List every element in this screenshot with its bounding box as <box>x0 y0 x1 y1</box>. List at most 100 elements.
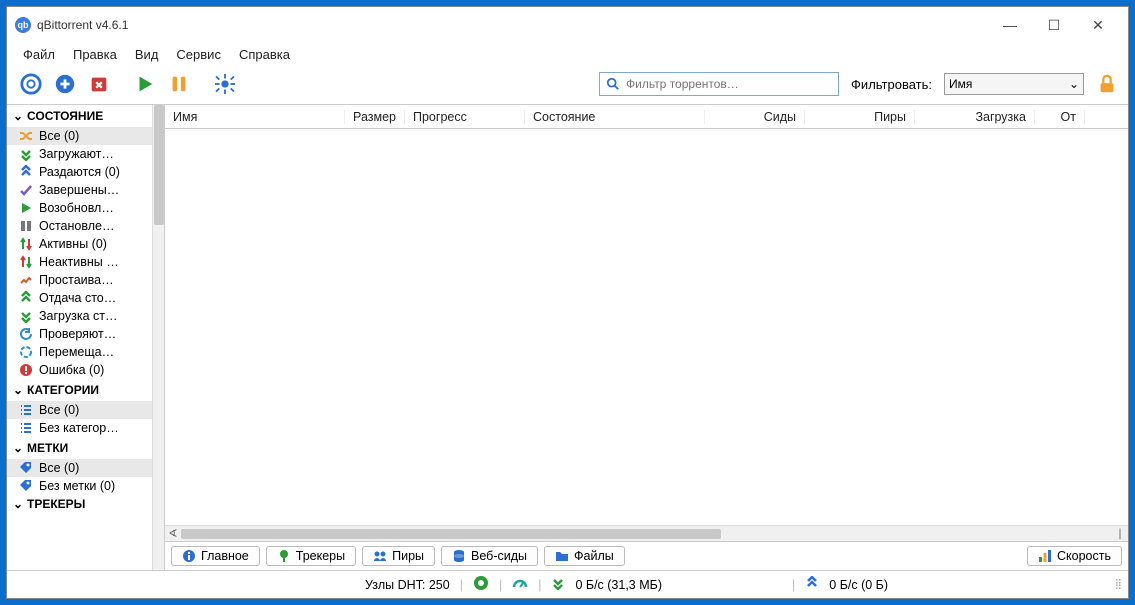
search-input[interactable] <box>626 77 832 91</box>
sidebar-item[interactable]: Остановле… <box>7 217 152 235</box>
sidebar-header-trackers[interactable]: ⌄ТРЕКЕРЫ <box>7 495 152 513</box>
minimize-button[interactable]: — <box>988 13 1032 37</box>
scrollbar-thumb[interactable] <box>154 105 164 225</box>
add-torrent-button[interactable] <box>51 70 79 98</box>
sidebar-item-label: Раздаются (0) <box>39 165 120 179</box>
column-header[interactable]: От <box>1035 110 1085 124</box>
pause-button[interactable] <box>165 70 193 98</box>
lock-icon[interactable] <box>1096 73 1118 95</box>
sidebar-scrollbar[interactable] <box>152 105 164 570</box>
menu-edit[interactable]: Правка <box>73 47 117 62</box>
tab-трекеры[interactable]: Трекеры <box>266 546 356 566</box>
shuffle-icon <box>17 129 35 143</box>
tab-файлы[interactable]: Файлы <box>544 546 625 566</box>
play-icon <box>17 201 35 215</box>
down-icon <box>17 309 35 323</box>
sidebar-item[interactable]: Отдача сто… <box>7 289 152 307</box>
sidebar-item[interactable]: Неактивны … <box>7 253 152 271</box>
error-icon <box>17 363 35 377</box>
table-body <box>165 129 1128 525</box>
menubar: Файл Правка Вид Сервис Справка <box>7 43 1128 68</box>
column-header[interactable]: Размер <box>345 110 405 124</box>
download-speed: 0 Б/с (31,3 МБ) <box>575 578 662 592</box>
detail-tabs: Главное Трекеры Пиры Веб-сиды Файлы Скорость <box>165 541 1128 570</box>
updown-icon <box>17 255 35 269</box>
horizontal-scrollbar[interactable]: ∢ ∣ <box>165 525 1128 541</box>
sidebar-item[interactable]: Завершены… <box>7 181 152 199</box>
delete-button[interactable] <box>85 70 113 98</box>
toolbar: Фильтровать: Имя ⌄ <box>7 68 1128 105</box>
bars-icon <box>1038 549 1052 563</box>
move-icon <box>17 345 35 359</box>
sidebar-item[interactable]: Раздаются (0) <box>7 163 152 181</box>
upload-icon <box>805 576 819 593</box>
sidebar-item[interactable]: Активны (0) <box>7 235 152 253</box>
list-icon <box>17 421 35 435</box>
column-header[interactable]: Прогресс <box>405 110 525 124</box>
sidebar-header-tags[interactable]: ⌄МЕТКИ <box>7 437 152 459</box>
tab-веб-сиды[interactable]: Веб-сиды <box>441 546 538 566</box>
settings-button[interactable] <box>211 70 239 98</box>
column-header[interactable]: Состояние <box>525 110 705 124</box>
refresh-icon <box>17 327 35 341</box>
tab-главное[interactable]: Главное <box>171 546 260 566</box>
resize-grip[interactable]: ⣿ <box>1115 579 1120 590</box>
chevron-down-icon: ⌄ <box>13 497 23 511</box>
sidebar-item[interactable]: Перемеща… <box>7 343 152 361</box>
statusbar: Узлы DHT: 250 | | | 0 Б/с (31,3 МБ) | 0 … <box>7 570 1128 598</box>
add-link-button[interactable] <box>17 70 45 98</box>
sidebar-item[interactable]: Все (0) <box>7 127 152 145</box>
sidebar-item-label: Загружают… <box>39 147 114 161</box>
sidebar-item[interactable]: Все (0) <box>7 459 152 477</box>
db-icon <box>452 549 466 563</box>
menu-view[interactable]: Вид <box>135 47 159 62</box>
search-input-wrapper[interactable] <box>599 72 839 96</box>
tag-icon <box>17 479 35 493</box>
sidebar-item[interactable]: Возобновл… <box>7 199 152 217</box>
menu-file[interactable]: Файл <box>23 47 55 62</box>
tag-icon <box>17 461 35 475</box>
sidebar-header-categories[interactable]: ⌄КАТЕГОРИИ <box>7 379 152 401</box>
sidebar-item-label: Перемеща… <box>39 345 114 359</box>
sidebar-item[interactable]: Проверяют… <box>7 325 152 343</box>
tab-пиры[interactable]: Пиры <box>362 546 435 566</box>
sidebar-item[interactable]: Загружают… <box>7 145 152 163</box>
column-header[interactable]: Загрузка <box>915 110 1035 124</box>
sidebar-item-label: Без категор… <box>39 421 119 435</box>
sidebar-item[interactable]: Все (0) <box>7 401 152 419</box>
sidebar: ⌄СОСТОЯНИЕ Все (0) Загружают… Раздаются (0… <box>7 105 165 570</box>
sidebar-item-label: Неактивны … <box>39 255 119 269</box>
table-header: ИмяРазмерПрогрессСостояниеСидыПирыЗагруз… <box>165 105 1128 129</box>
globe-icon <box>473 575 489 594</box>
column-header[interactable]: Пиры <box>805 110 915 124</box>
peers-icon <box>373 549 387 563</box>
sidebar-item[interactable]: Без категор… <box>7 419 152 437</box>
sidebar-item[interactable]: Загрузка ст… <box>7 307 152 325</box>
maximize-button[interactable]: ☐ <box>1032 13 1076 37</box>
filter-select[interactable]: Имя ⌄ <box>944 73 1084 95</box>
sidebar-header-state[interactable]: ⌄СОСТОЯНИЕ <box>7 105 152 127</box>
resume-button[interactable] <box>131 70 159 98</box>
menu-help[interactable]: Справка <box>239 47 290 62</box>
tab-speed[interactable]: Скорость <box>1027 546 1122 566</box>
scroll-right-arrow[interactable]: ∣ <box>1112 527 1128 540</box>
sidebar-item-label: Простаива… <box>39 273 114 287</box>
column-header[interactable]: Сиды <box>705 110 805 124</box>
sidebar-item-label: Без метки (0) <box>39 479 115 493</box>
sidebar-item-label: Загрузка ст… <box>39 309 118 323</box>
scroll-left-arrow[interactable]: ∢ <box>165 527 181 540</box>
sidebar-item[interactable]: Ошибка (0) <box>7 361 152 379</box>
up-icon <box>17 165 35 179</box>
sidebar-item[interactable]: Без метки (0) <box>7 477 152 495</box>
scrollbar-thumb[interactable] <box>181 529 721 539</box>
close-button[interactable]: ✕ <box>1076 13 1120 37</box>
pause-icon <box>17 219 35 233</box>
sidebar-item[interactable]: Простаива… <box>7 271 152 289</box>
menu-tools[interactable]: Сервис <box>176 47 221 62</box>
folder-icon <box>555 549 569 563</box>
updown-icon <box>17 237 35 251</box>
sidebar-item-label: Все (0) <box>39 129 79 143</box>
dht-status: Узлы DHT: 250 <box>365 578 450 592</box>
sidebar-item-label: Все (0) <box>39 403 79 417</box>
column-header[interactable]: Имя <box>165 110 345 124</box>
